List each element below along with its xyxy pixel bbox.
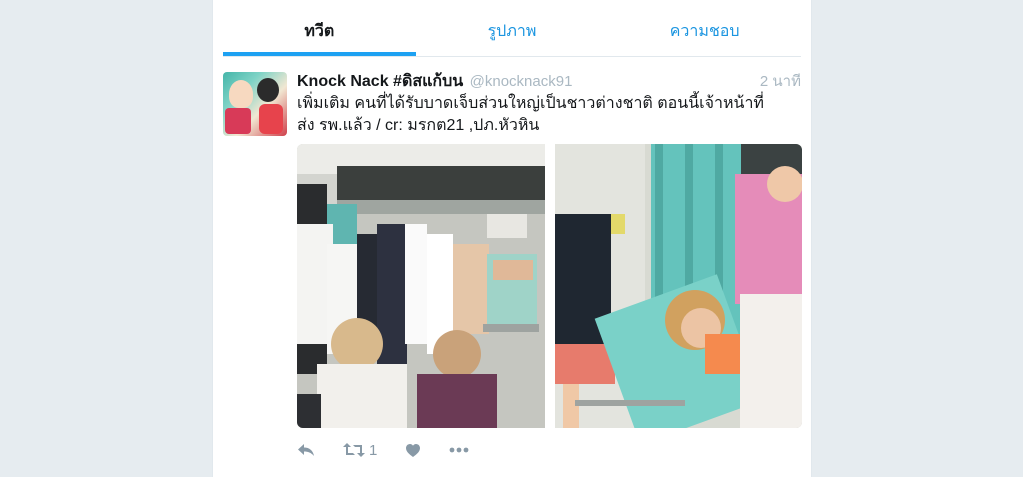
more-icon [449,447,469,453]
tweet-media [297,144,802,428]
tweet-actions: 1 [297,438,497,462]
heart-icon [406,443,421,457]
more-button[interactable] [449,447,469,453]
profile-tabs: ทวีต รูปภาพ ความชอบ [223,0,801,57]
avatar-figure [259,104,283,134]
tweet-header: Knock Nack #ดิสแก้บน @knocknack91 2 นาที [297,72,801,92]
tweet-photo-1[interactable] [297,144,545,428]
hospital-ward-photo [297,144,545,428]
avatar[interactable] [223,72,287,136]
tab-likes[interactable]: ความชอบ [608,0,801,56]
patient-stretcher-photo [555,144,802,428]
reply-button[interactable] [297,442,315,458]
retweet-icon [343,443,365,457]
tweet-timestamp[interactable]: 2 นาที [760,72,801,92]
retweet-count: 1 [369,441,378,459]
tab-photos[interactable]: รูปภาพ [416,0,609,56]
retweet-button[interactable]: 1 [343,442,377,459]
tweet-text: เพิ่มเติม คนที่ได้รับบาดเจ็บส่วนใหญ่เป็น… [297,95,764,134]
avatar-figure [257,78,279,102]
reply-icon [298,444,314,456]
tab-tweets[interactable]: ทวีต [223,0,416,56]
avatar-figure [229,80,253,108]
like-button[interactable] [405,443,421,458]
user-handle[interactable]: @knocknack91 [470,73,573,90]
profile-timeline-panel: ทวีต รูปภาพ ความชอบ Knock Nack #ดิสแก้บน… [212,0,812,477]
user-fullname[interactable]: Knock Nack #ดิสแก้บน [297,73,463,90]
tweet[interactable]: Knock Nack #ดิสแก้บน @knocknack91 2 นาที… [223,72,802,477]
tweet-photo-2[interactable] [555,144,802,428]
avatar-figure [225,108,251,134]
